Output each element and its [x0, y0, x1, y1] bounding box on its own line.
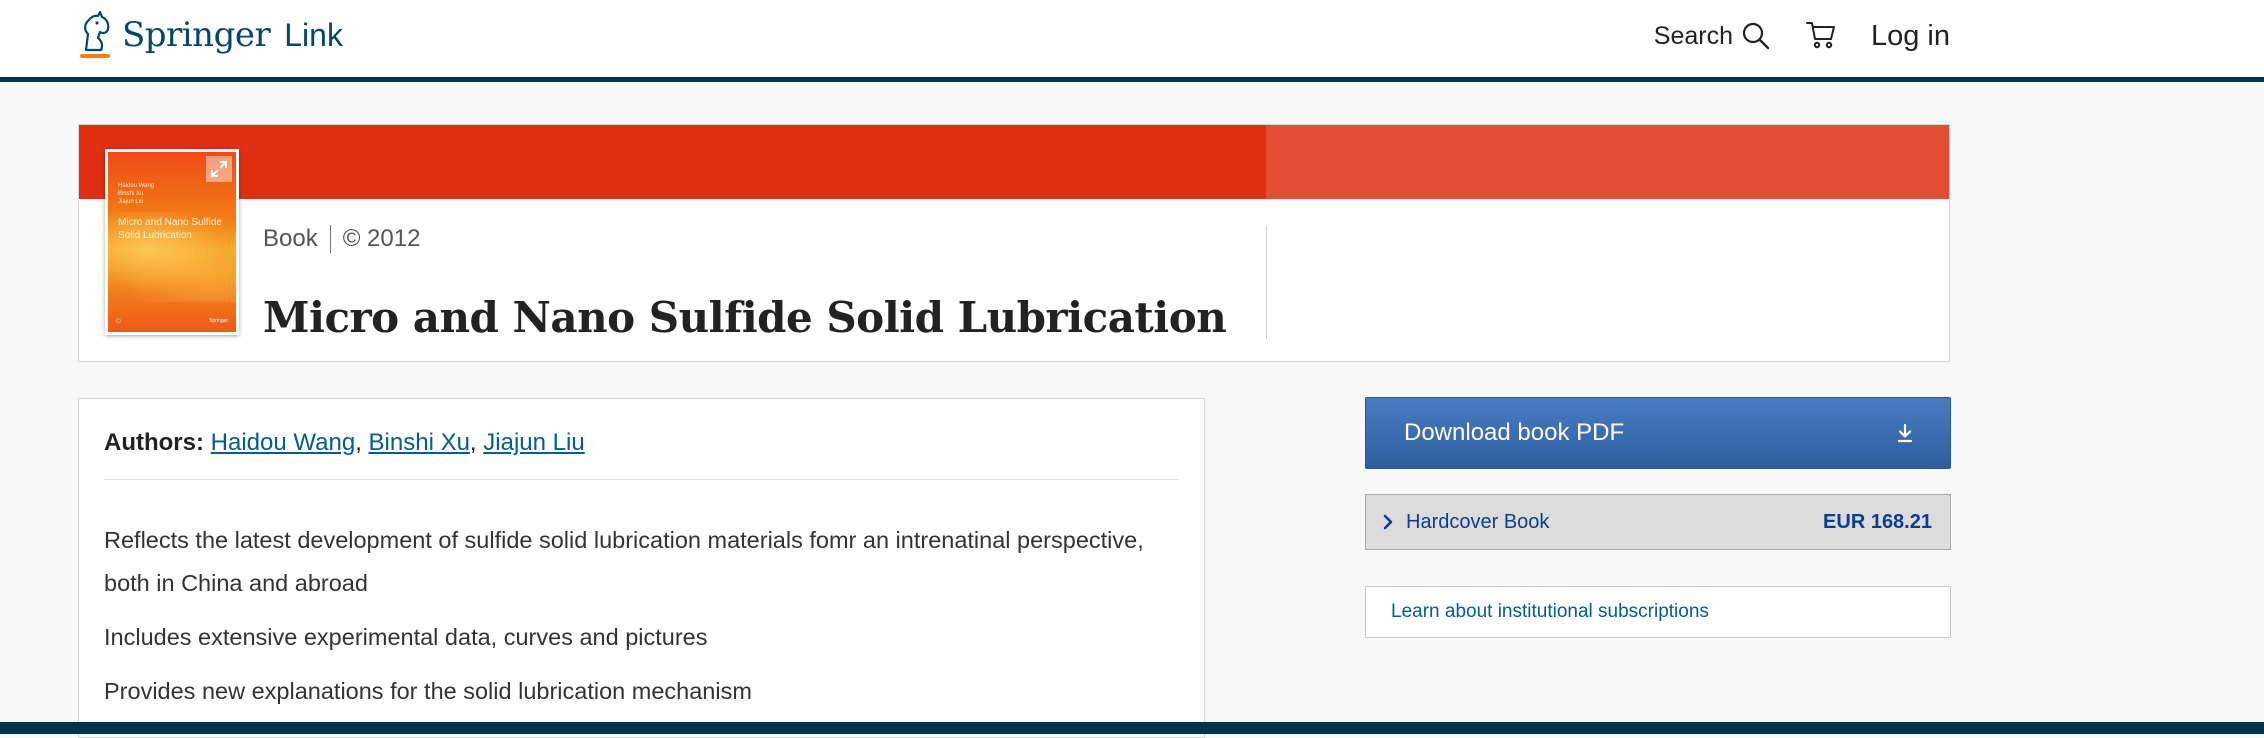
expand-icon — [211, 161, 227, 177]
book-details-card: Authors: Haidou Wang, Binshi Xu, Jiajun … — [78, 398, 1205, 738]
cart-icon — [1805, 21, 1835, 48]
meta-separator — [329, 225, 331, 253]
hardcover-label: Hardcover Book — [1406, 510, 1550, 533]
brand-suffix: Link — [284, 16, 343, 53]
site-header: Springer Link Search Log in — [0, 0, 2264, 82]
cover-publisher: Springer — [209, 318, 228, 324]
cover-author: Jiajun Liu — [118, 199, 144, 205]
author-link[interactable]: Haidou Wang — [211, 429, 356, 456]
book-meta: Book © 2012 — [263, 225, 420, 253]
book-cover-image[interactable]: Haidou Wang Binshi Xu Jiajun Liu Micro a… — [105, 149, 239, 335]
hero-divider — [1266, 225, 1267, 339]
hero-color-band — [79, 125, 1266, 199]
cover-author: Binshi Xu — [118, 191, 144, 197]
search-icon — [1742, 22, 1770, 50]
highlight-item: Includes extensive experimental data, cu… — [104, 624, 708, 650]
header-nav: Search Log in — [1654, 14, 1950, 58]
download-pdf-button[interactable]: Download book PDF — [1365, 397, 1951, 469]
chevron-right-icon — [1383, 514, 1393, 530]
authors-label: Authors: — [104, 429, 204, 456]
knight-logo-icon — [76, 10, 116, 60]
cover-footer: ▢ Springer — [116, 318, 228, 324]
book-title: Micro and Nano Sulfide Solid Lubrication — [263, 293, 1227, 343]
search-button[interactable]: Search — [1654, 21, 1771, 51]
download-label: Download book PDF — [1404, 419, 1625, 446]
author-link[interactable]: Binshi Xu — [369, 429, 470, 456]
institutional-subscriptions-link[interactable]: Learn about institutional subscriptions — [1365, 586, 1951, 638]
author-link[interactable]: Jiajun Liu — [483, 429, 584, 456]
subscriptions-label: Learn about institutional subscriptions — [1391, 601, 1709, 622]
book-highlights: Reflects the latest development of sulfi… — [104, 519, 1179, 724]
hardcover-purchase-option[interactable]: Hardcover Book EUR 168.21 — [1365, 494, 1951, 550]
login-link[interactable]: Log in — [1871, 20, 1950, 53]
search-label: Search — [1653, 21, 1733, 50]
logo-accent-bar — [80, 54, 110, 58]
download-icon — [1897, 423, 1913, 443]
highlight-item: Reflects the latest development of sulfi… — [104, 527, 1144, 596]
cover-authors: Haidou Wang Binshi Xu Jiajun Liu — [118, 182, 154, 206]
content-type: Book — [263, 225, 318, 252]
hero-color-band-light — [1266, 125, 1949, 199]
bottom-rule — [0, 722, 2264, 734]
hardcover-price: EUR 168.21 — [1823, 510, 1932, 533]
cart-button[interactable] — [1805, 18, 1837, 55]
highlight-item: Provides new explanations for the solid … — [104, 678, 752, 704]
book-header-card: Haidou Wang Binshi Xu Jiajun Liu Micro a… — [78, 124, 1950, 362]
authors-line: Authors: Haidou Wang, Binshi Xu, Jiajun … — [104, 429, 1179, 480]
cover-publisher-logo: ▢ — [116, 318, 121, 324]
expand-cover-button[interactable] — [206, 156, 232, 182]
copyright-year: © 2012 — [342, 225, 421, 252]
brand-name: Springer — [122, 15, 271, 55]
cover-author: Haidou Wang — [118, 183, 155, 189]
springer-link-logo[interactable]: Springer Link — [76, 10, 343, 60]
cover-title: Micro and Nano Sulfide Solid Lubrication — [118, 217, 222, 241]
